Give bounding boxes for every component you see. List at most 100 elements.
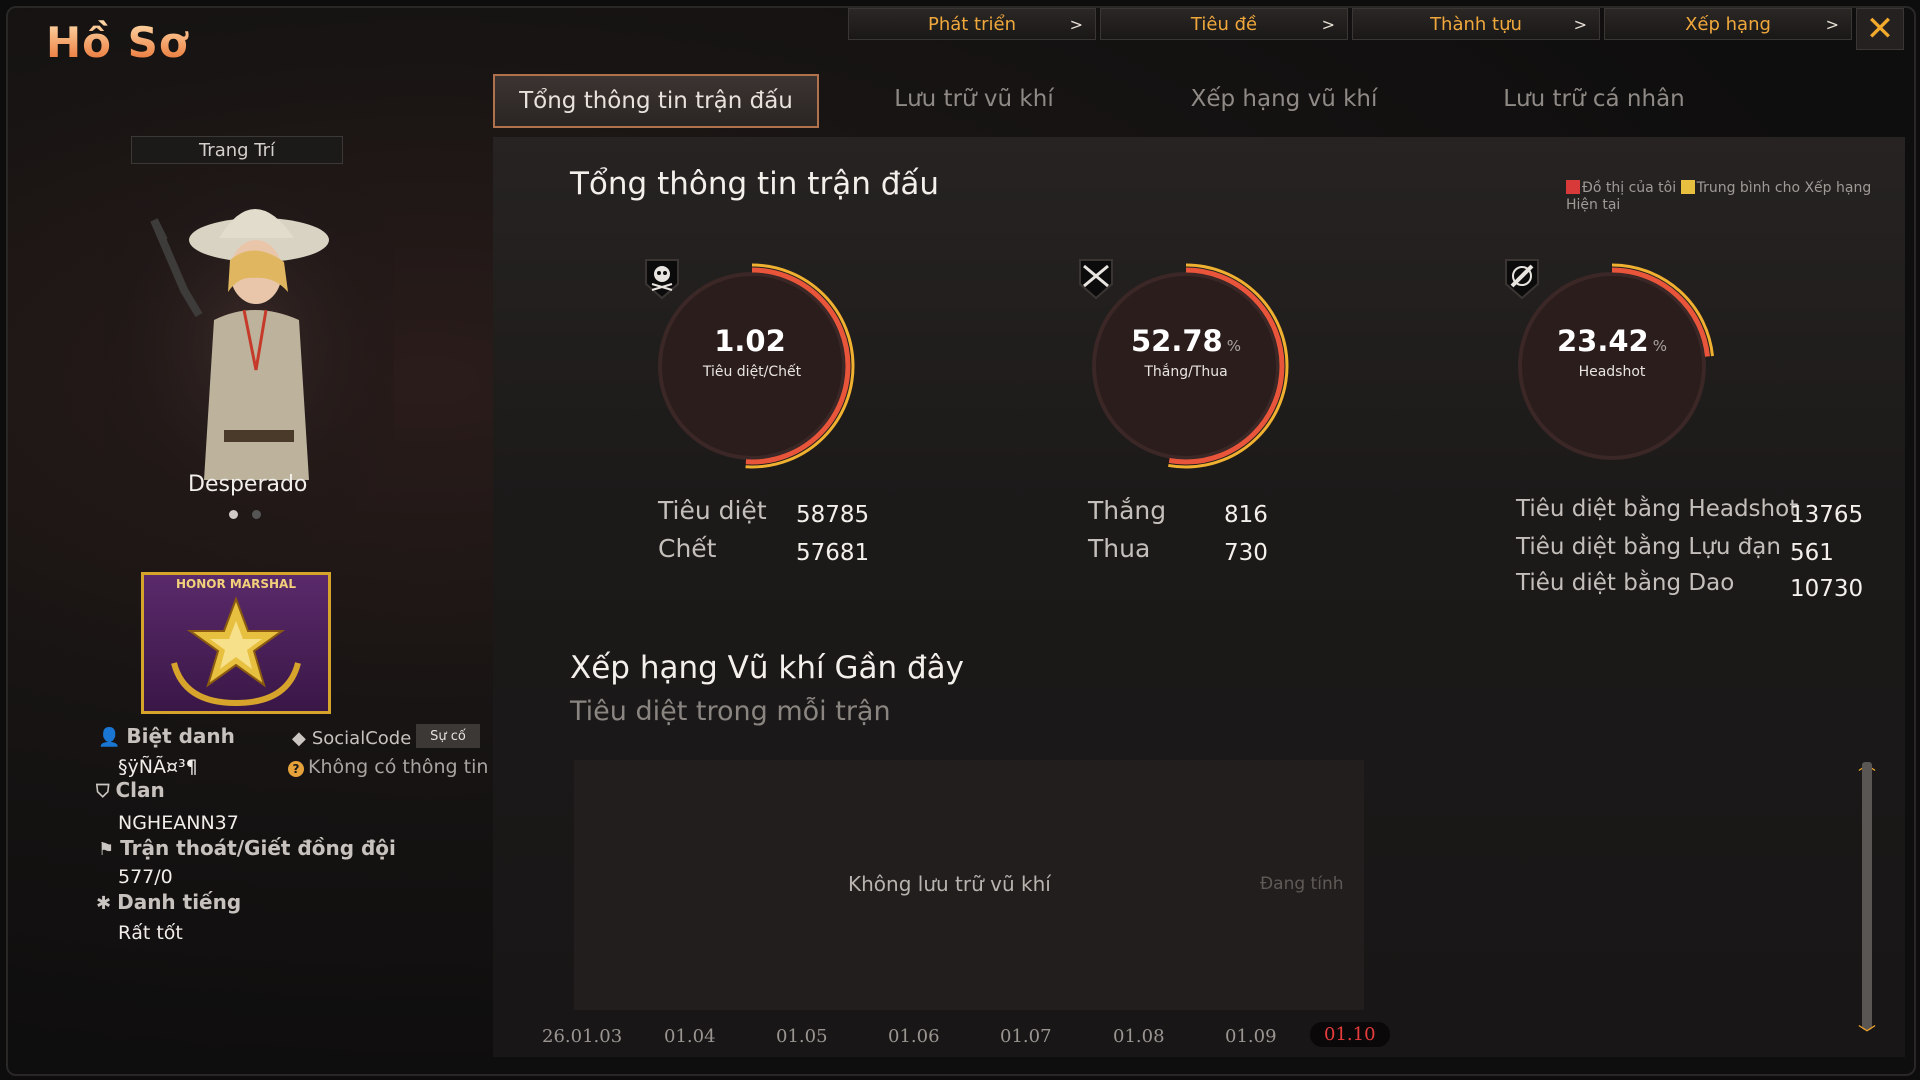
legend-swatch-mine xyxy=(1566,180,1580,194)
carousel-dot[interactable] xyxy=(252,510,261,519)
topnav-ranking[interactable]: Xếp hạng > xyxy=(1604,8,1852,40)
date-tick-selected[interactable]: 01.10 xyxy=(1310,1022,1390,1047)
gauge-caption: Tiêu diệt/Chết xyxy=(702,364,802,380)
gauge-caption: Headshot xyxy=(1578,364,1646,380)
chart-empty-message: Không lưu trữ vũ khí xyxy=(848,872,1051,896)
date-tick[interactable]: 01.04 xyxy=(664,1026,716,1047)
stat-kills-label: Tiêu diệt xyxy=(658,496,767,525)
nickname-label-text: Biệt danh xyxy=(126,724,235,748)
decoration-button[interactable]: Trang Trí xyxy=(131,136,343,164)
close-button[interactable]: ✕ xyxy=(1856,8,1904,50)
gauge-value-text: 23.42 xyxy=(1557,324,1649,358)
tab-weapon-ranking[interactable]: Xếp hạng vũ khí xyxy=(1129,74,1439,124)
stat-headshot-value: 13765 xyxy=(1790,502,1864,528)
chevron-right-icon: > xyxy=(1573,14,1587,34)
carousel-dots[interactable] xyxy=(229,510,261,519)
top-navigation: Phát triển > Tiêu đề > Thành tựu > Xếp hạng… xyxy=(848,8,1852,40)
tag-icon: ◆ xyxy=(292,728,306,749)
nickname-value: §ÿÑÃ¤³¶ xyxy=(118,756,198,778)
reputation-label: ✱ Danh tiếng xyxy=(96,890,241,914)
stat-losses-value: 730 xyxy=(1224,540,1268,566)
stat-headshot-label: Tiêu diệt bằng Headshot xyxy=(1516,496,1799,522)
gauge-unit: % xyxy=(1226,337,1241,355)
stat-kills-value: 58785 xyxy=(796,502,870,528)
badge-icon: ✱ xyxy=(96,893,112,914)
tab-personal-archive[interactable]: Lưu trữ cá nhân xyxy=(1439,74,1749,124)
gauge-value: 1.02 xyxy=(642,324,862,358)
gauge-headshot: 23.42% Headshot xyxy=(1502,256,1722,476)
stat-losses-label: Thua xyxy=(1088,534,1151,563)
stat-deaths-label: Chết xyxy=(658,534,717,563)
clan-label: ⛉ Clan xyxy=(96,778,165,802)
tab-battle-summary[interactable]: Tổng thông tin trận đấu xyxy=(493,74,819,128)
topnav-title[interactable]: Tiêu đề > xyxy=(1100,8,1348,40)
clan-value: NGHEANN37 xyxy=(118,812,239,834)
window-title: Hồ Sơ xyxy=(46,18,189,67)
topnav-label: Tiêu đề xyxy=(1190,13,1258,35)
question-icon: ? xyxy=(288,761,304,777)
socialcode-label-text: SocialCode xyxy=(311,728,412,749)
reputation-label-text: Danh tiếng xyxy=(117,890,242,914)
gauge-caption: Thắng/Thua xyxy=(1144,364,1228,380)
escape-label: ⚑ Trận thoát/Giết đồng đội xyxy=(98,836,396,860)
date-tick[interactable]: 26.01.03 xyxy=(542,1026,622,1047)
stat-grenade-label: Tiêu diệt bằng Lựu đạn xyxy=(1516,534,1781,560)
stat-knife-value: 10730 xyxy=(1790,576,1864,602)
reputation-value: Rất tốt xyxy=(118,922,183,944)
user-icon: 👤 xyxy=(98,727,121,748)
socialcode-value: ? Không có thông tin xyxy=(288,756,488,778)
topnav-development[interactable]: Phát triển > xyxy=(848,8,1096,40)
scroll-down-icon[interactable]: ﹀ xyxy=(1855,1026,1879,1044)
escape-value: 577/0 xyxy=(118,866,173,888)
weapons-subtitle: Tiêu diệt trong mỗi trận xyxy=(570,696,891,727)
gauge-kd: 1.02 Tiêu diệt/Chết xyxy=(642,256,862,476)
tab-weapon-archive[interactable]: Lưu trữ vũ khí xyxy=(819,74,1129,124)
chevron-right-icon: > xyxy=(1321,14,1335,34)
close-icon: ✕ xyxy=(1865,9,1895,49)
socialcode-label: ◆ SocialCode xyxy=(292,728,411,749)
gauge-value-text: 52.78 xyxy=(1131,324,1223,358)
report-button[interactable]: Sự cố xyxy=(416,724,480,748)
topnav-achievements[interactable]: Thành tựu > xyxy=(1352,8,1600,40)
tab-bar: Tổng thông tin trận đấu Lưu trữ vũ khí X… xyxy=(493,74,1749,128)
date-tick[interactable]: 01.05 xyxy=(776,1026,828,1047)
date-tick[interactable]: 01.06 xyxy=(888,1026,940,1047)
shield-icon: ⛉ xyxy=(96,781,110,802)
crossed-guns-icon xyxy=(1079,259,1113,300)
gauge-value-text: 1.02 xyxy=(714,324,786,358)
date-tick[interactable]: 01.08 xyxy=(1113,1026,1165,1047)
badge-text: HONOR MARSHAL xyxy=(176,577,296,591)
section-title-summary: Tổng thông tin trận đấu xyxy=(570,166,940,202)
topnav-label: Phát triển xyxy=(927,13,1016,35)
chevron-right-icon: > xyxy=(1825,14,1839,34)
topnav-label: Thành tựu xyxy=(1430,13,1522,35)
scrollbar[interactable] xyxy=(1862,762,1872,1030)
gauge-unit: % xyxy=(1652,337,1667,355)
legend-mine: Đồ thị của tôi xyxy=(1582,180,1677,196)
legend-swatch-avg xyxy=(1680,180,1695,194)
gauge-value: 52.78% xyxy=(1076,324,1296,358)
character-name: Desperado xyxy=(188,472,308,497)
skull-icon xyxy=(645,259,679,300)
rank-badge: HONOR MARSHAL xyxy=(141,572,331,714)
chart-status: Đang tính xyxy=(1260,874,1344,894)
runner-icon: ⚑ xyxy=(98,839,115,860)
section-title-weapons: Xếp hạng Vũ khí Gần đây xyxy=(570,650,964,686)
chevron-right-icon: > xyxy=(1069,14,1083,34)
carousel-dot[interactable] xyxy=(229,510,238,519)
nickname-label: 👤 Biệt danh xyxy=(98,724,235,748)
date-tick[interactable]: 01.07 xyxy=(1000,1026,1052,1047)
gauge-winrate: 52.78% Thắng/Thua xyxy=(1076,256,1296,476)
star-emblem-icon xyxy=(171,596,301,707)
clan-label-text: Clan xyxy=(115,778,165,802)
knife-icon xyxy=(1505,259,1539,300)
date-tick[interactable]: 01.09 xyxy=(1225,1026,1277,1047)
socialcode-value-text: Không có thông tin xyxy=(308,756,489,778)
stat-wins-label: Thắng xyxy=(1088,496,1167,525)
stat-grenade-value: 561 xyxy=(1790,540,1834,566)
chart-legend: Đồ thị của tôi Trung bình cho Xếp hạng H… xyxy=(1566,180,1886,214)
topnav-label: Xếp hạng xyxy=(1685,13,1771,35)
stat-wins-value: 816 xyxy=(1224,502,1268,528)
stat-knife-label: Tiêu diệt bằng Dao xyxy=(1516,570,1735,596)
stat-deaths-value: 57681 xyxy=(796,540,870,566)
